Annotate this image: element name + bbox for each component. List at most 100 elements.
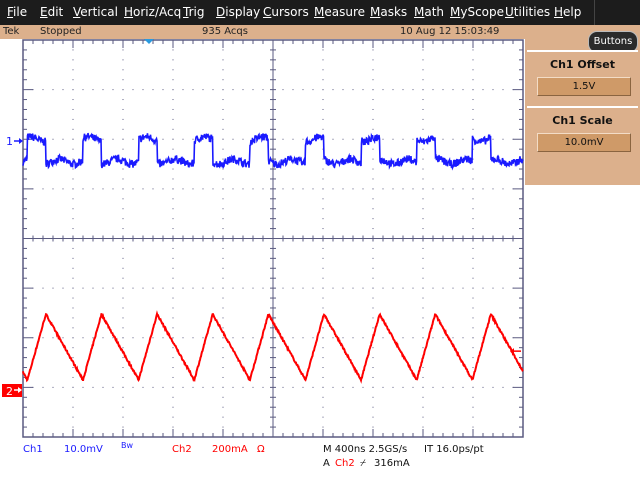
waveform-display[interactable]: 1 2 [0, 39, 525, 438]
grid-dot [222, 138, 224, 140]
grid-dot [342, 337, 344, 339]
ch1-marker[interactable]: 1 [6, 135, 13, 148]
grid-dot [402, 89, 404, 91]
grid-dot [262, 188, 264, 190]
grid-dot [372, 188, 374, 190]
grid-dot [172, 99, 174, 101]
grid-dot [372, 367, 374, 369]
grid-dot [312, 337, 314, 339]
grid-dot [222, 128, 224, 130]
grid-dot [492, 337, 494, 339]
menu-horizacq[interactable]: Horiz/Acq [124, 5, 181, 19]
menu-masks[interactable]: Masks [370, 5, 407, 19]
ch2-label[interactable]: Ch2 [172, 444, 192, 455]
grid-dot [472, 49, 474, 51]
grid-dot [222, 257, 224, 259]
grid-dot [222, 416, 224, 418]
grid-dot [172, 89, 174, 91]
grid-dot [112, 89, 114, 91]
grid-dot [332, 188, 334, 190]
grid-dot [282, 89, 284, 91]
menu-edit[interactable]: Edit [40, 5, 63, 19]
grid-dot [122, 228, 124, 230]
grid-dot [72, 247, 74, 249]
grid-dot [372, 89, 374, 91]
menu-measure[interactable]: Measure [314, 5, 365, 19]
grid-dot [512, 89, 514, 91]
menu-myscope[interactable]: MyScope [450, 5, 504, 19]
grid-dot [322, 69, 324, 71]
ch1-scale[interactable]: 10.0mV [64, 444, 103, 455]
grid-dot [132, 138, 134, 140]
grid-dot [222, 426, 224, 428]
grid-dot [472, 108, 474, 110]
grid-dot [442, 386, 444, 388]
menu-math[interactable]: Math [414, 5, 444, 19]
grid-dot [322, 208, 324, 210]
grid-dot [372, 267, 374, 269]
grid-dot [422, 228, 424, 230]
grid-dot [122, 416, 124, 418]
grid-dot [172, 317, 174, 319]
grid-dot [72, 198, 74, 200]
brand-label: Tek [3, 26, 20, 37]
grid-dot [432, 386, 434, 388]
menu-help[interactable]: Help [554, 5, 581, 19]
grid-dot [342, 188, 344, 190]
grid-dot [252, 188, 254, 190]
grid-dot [192, 138, 194, 140]
ch2-marker[interactable]: 2 [6, 385, 13, 398]
grid-dot [112, 188, 114, 190]
grid-dot [422, 327, 424, 329]
grid-dot [192, 337, 194, 339]
grid-dot [422, 168, 424, 170]
menu-display[interactable]: Display [216, 5, 260, 19]
grid-dot [452, 89, 454, 91]
grid-dot [202, 386, 204, 388]
grid-dot [422, 406, 424, 408]
horizontal-readout[interactable]: M 400ns 2.5GS/s [323, 444, 407, 455]
grid-dot [152, 287, 154, 289]
ch1-offset-panel[interactable]: Ch1 Offset 1.5V [527, 50, 638, 99]
menu-bar: File Edit Vertical Horiz/Acq Trig Display Curs… [0, 0, 640, 25]
trigger-source[interactable]: Ch2 [335, 458, 355, 469]
grid-dot [422, 386, 424, 388]
grid-dot [122, 287, 124, 289]
grid-dot [482, 287, 484, 289]
grid-dot [372, 376, 374, 378]
grid-dot [422, 267, 424, 269]
menu-cursors[interactable]: Cursors [263, 5, 309, 19]
grid-dot [142, 188, 144, 190]
grid-dot [422, 59, 424, 61]
grid-dot [442, 138, 444, 140]
ch1-scale-panel[interactable]: Ch1 Scale 10.0mV [527, 106, 638, 155]
grid-dot [322, 238, 324, 239]
grid-dot [162, 89, 164, 91]
menu-vertical[interactable]: Vertical [73, 5, 118, 19]
grid-dot [112, 138, 114, 140]
menu-utilities[interactable]: Utilities [505, 5, 550, 19]
ch1-label[interactable]: Ch1 [23, 444, 43, 455]
grid-dot [92, 386, 94, 388]
ch1-scale-value[interactable]: 10.0mV [537, 133, 631, 152]
grid-dot [222, 406, 224, 408]
menu-trig[interactable]: Trig [183, 5, 204, 19]
ch2-scale[interactable]: 200mA [212, 444, 248, 455]
grid-dot [72, 416, 74, 418]
grid-dot [72, 69, 74, 71]
ch1-offset-value[interactable]: 1.5V [537, 77, 631, 96]
grid-dot [232, 138, 234, 140]
grid-dot [72, 297, 74, 299]
grid-dot [372, 69, 374, 71]
menu-file[interactable]: File [7, 5, 27, 19]
grid-dot [472, 367, 474, 369]
grid-dot [422, 178, 424, 180]
grid-dot [412, 188, 414, 190]
grid-dot [462, 287, 464, 289]
grid-dot [92, 188, 94, 190]
trigger-level[interactable]: 316mA [374, 458, 410, 469]
grid-dot [372, 357, 374, 359]
grid-dot [172, 376, 174, 378]
grid-dot [452, 287, 454, 289]
grid-dot [452, 188, 454, 190]
